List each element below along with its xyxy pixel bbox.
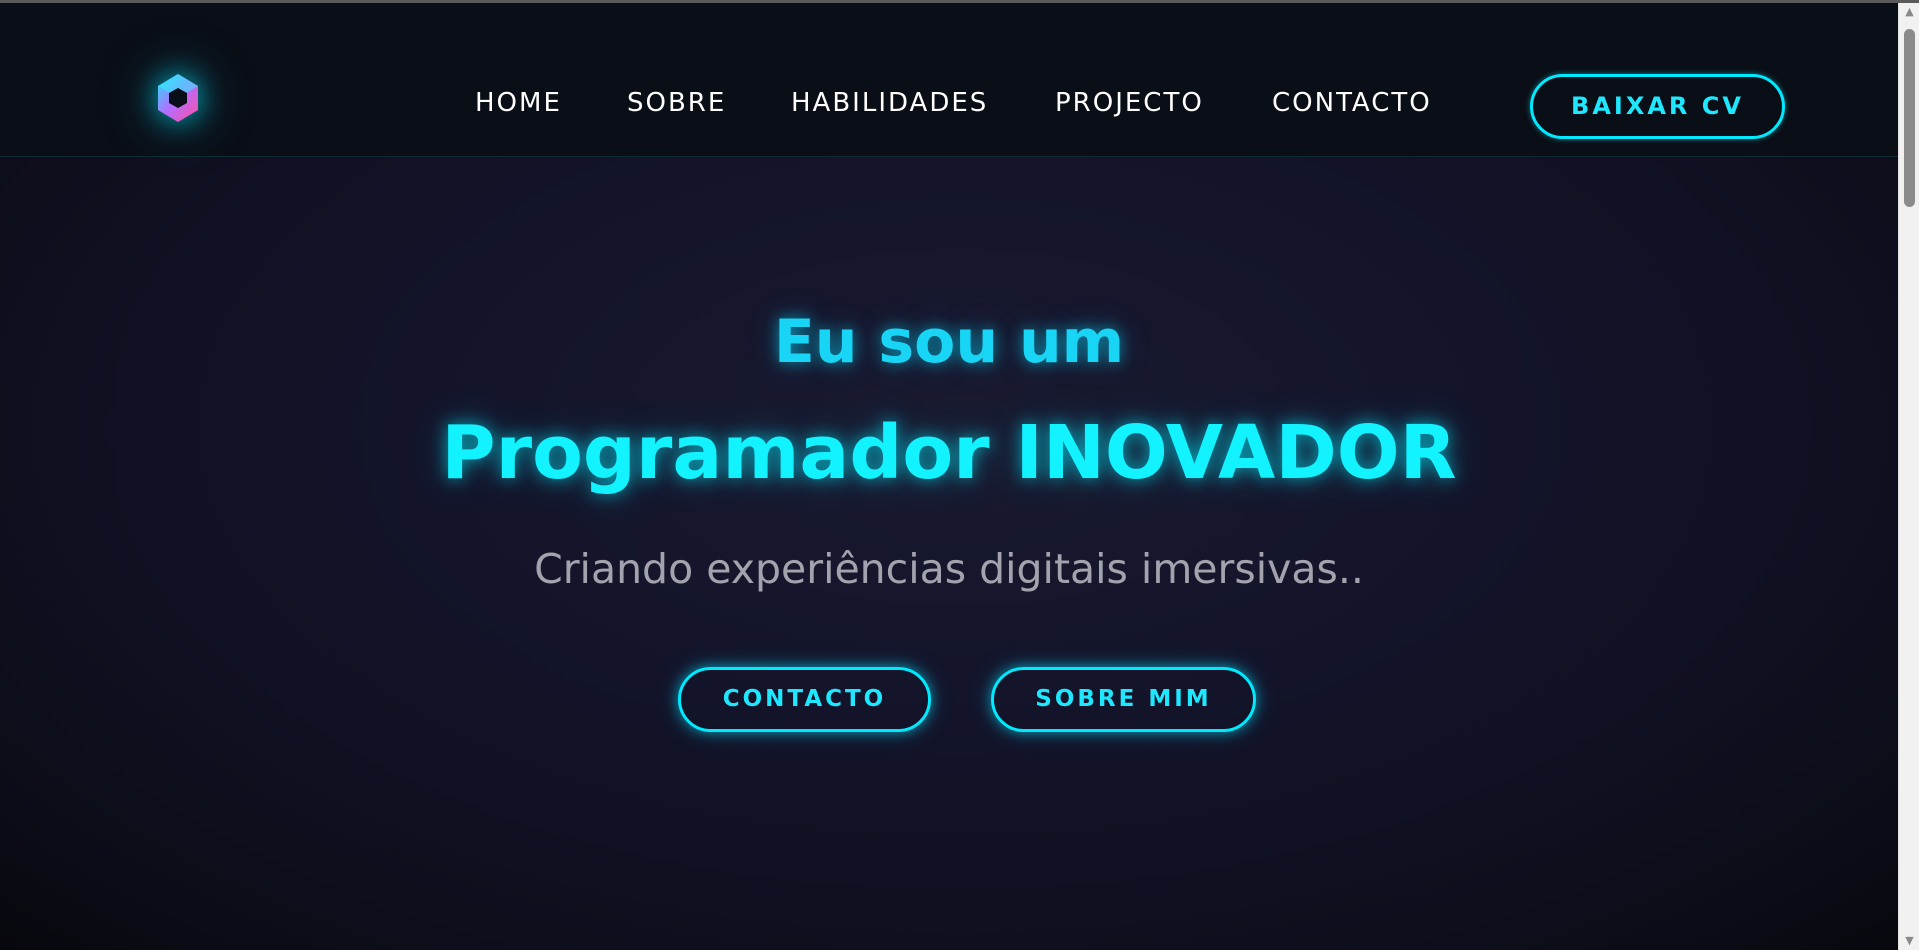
- navbar: HOME SOBRE HABILIDADES PROJECTO CONTACTO…: [0, 3, 1898, 157]
- nav-habilidades[interactable]: HABILIDADES: [791, 83, 988, 123]
- hero-title: Programador INOVADOR: [441, 410, 1457, 496]
- nav-projecto[interactable]: PROJECTO: [1055, 83, 1204, 123]
- nav-contacto[interactable]: CONTACTO: [1272, 83, 1432, 123]
- arrow-down-icon[interactable]: ▼: [1899, 932, 1919, 950]
- scrollbar-thumb[interactable]: [1904, 29, 1915, 207]
- nav-home[interactable]: HOME: [475, 83, 562, 123]
- hero-intro: Eu sou um: [773, 307, 1125, 377]
- page-viewport: HOME SOBRE HABILIDADES PROJECTO CONTACTO…: [0, 0, 1919, 950]
- contact-button[interactable]: CONTACTO: [678, 667, 931, 732]
- vertical-scrollbar[interactable]: ▲ ▼: [1898, 3, 1919, 950]
- hero-subtitle: Criando experiências digitais imersivas.…: [534, 545, 1364, 593]
- nav-sobre[interactable]: SOBRE: [627, 83, 726, 123]
- about-me-button[interactable]: SOBRE MIM: [991, 667, 1256, 732]
- arrow-up-icon[interactable]: ▲: [1899, 3, 1919, 21]
- download-cv-button[interactable]: BAIXAR CV: [1530, 74, 1785, 139]
